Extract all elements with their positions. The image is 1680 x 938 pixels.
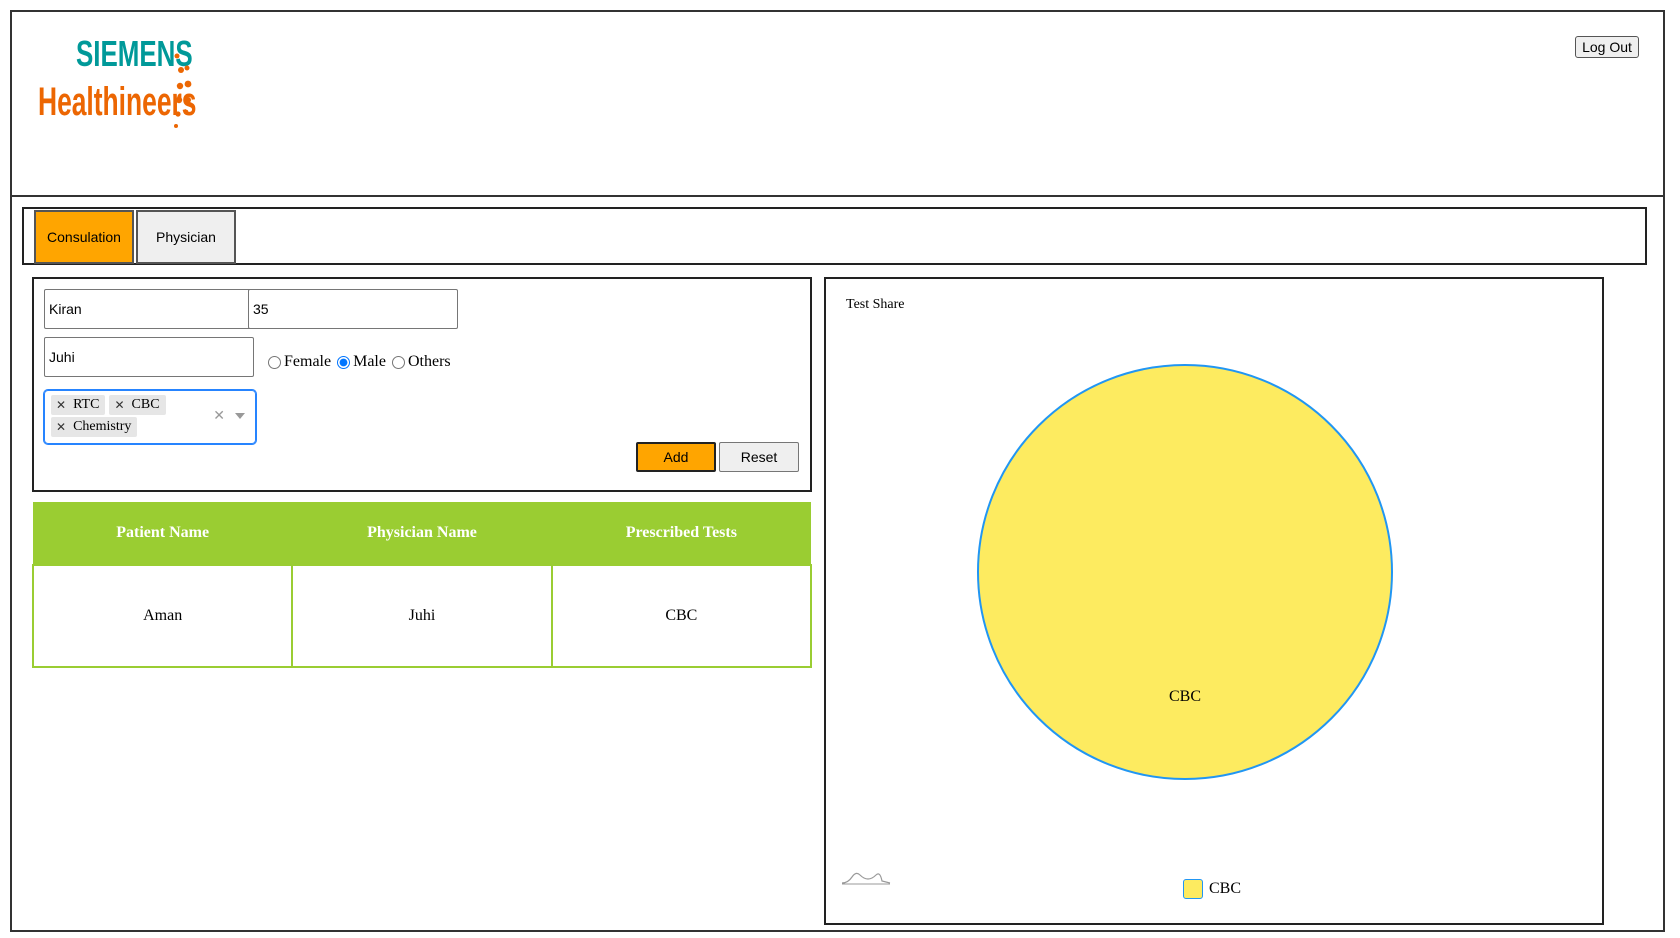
remove-chip-icon[interactable]: ✕ [51, 398, 71, 412]
table-row: Aman Juhi CBC [31, 564, 813, 668]
chart-watermark-icon [841, 872, 891, 885]
logout-button[interactable]: Log Out [1575, 36, 1639, 58]
column-header-physician-name: Physician Name [292, 502, 552, 565]
tab-consultation[interactable]: Consulation [34, 210, 134, 264]
consultation-form: Female Male Others ✕ RTC ✕ CBC ✕ Chem [32, 277, 812, 492]
consultations-table: Patient Name Physician Name Prescribed T… [31, 502, 813, 668]
remove-chip-icon[interactable]: ✕ [109, 398, 129, 412]
legend-swatch [1183, 879, 1203, 899]
gender-option-others[interactable]: Others [391, 353, 451, 371]
test-chip: ✕ Chemistry [51, 417, 138, 437]
patient-name-input[interactable] [44, 289, 254, 329]
header: SIEMENS Healthineers Log Out [12, 12, 1663, 197]
chart-legend: CBC [1183, 879, 1241, 899]
gender-label-male: Male [353, 353, 386, 370]
gender-label-female: Female [284, 353, 332, 370]
column-header-patient-name: Patient Name [33, 502, 293, 565]
gender-radio-male[interactable] [337, 355, 351, 369]
test-chip: ✕ RTC [51, 395, 106, 415]
pie-slice-cbc[interactable] [977, 364, 1393, 780]
chip-label: Chemistry [73, 419, 132, 434]
tests-multi-select[interactable]: ✕ RTC ✕ CBC ✕ Chemistry ✕ [44, 390, 256, 444]
gender-radio-others[interactable] [391, 355, 405, 369]
test-chip: ✕ CBC [109, 395, 166, 415]
table-header-row: Patient Name Physician Name Prescribed T… [33, 502, 811, 565]
reset-button[interactable]: Reset [719, 442, 799, 472]
chip-label: CBC [131, 397, 160, 412]
cell-prescribed-tests: CBC [550, 564, 813, 668]
age-input[interactable] [248, 289, 458, 329]
tab-physician[interactable]: Physician [136, 210, 236, 264]
siemens-healthineers-logo: SIEMENS Healthineers [26, 28, 196, 138]
gender-radio-female[interactable] [268, 355, 281, 369]
pie-chart: CBC [977, 364, 1393, 780]
gender-option-male[interactable]: Male [337, 353, 386, 371]
gender-radio-group: Female Male Others [268, 353, 455, 371]
test-share-chart-panel: Test Share CBC CBC [824, 277, 1604, 925]
add-button[interactable]: Add [636, 442, 716, 472]
pie-slice-label: CBC [1169, 688, 1201, 705]
clear-all-icon[interactable]: ✕ [213, 408, 225, 424]
cell-patient-name: Aman [31, 564, 294, 668]
chip-label: RTC [73, 397, 100, 412]
physician-input[interactable] [44, 337, 254, 377]
cell-physician-name: Juhi [291, 564, 553, 668]
legend-label: CBC [1209, 880, 1242, 897]
column-header-prescribed-tests: Prescribed Tests [551, 502, 811, 565]
chevron-down-icon[interactable] [235, 413, 245, 419]
app-frame: SIEMENS Healthineers Log Out Consulation… [10, 10, 1665, 932]
logo-dots-icon [174, 53, 192, 128]
gender-label-others: Others [407, 353, 451, 370]
tab-bar: Consulation Physician [22, 207, 1647, 265]
gender-option-female[interactable]: Female [268, 353, 331, 371]
remove-chip-icon[interactable]: ✕ [51, 420, 71, 434]
